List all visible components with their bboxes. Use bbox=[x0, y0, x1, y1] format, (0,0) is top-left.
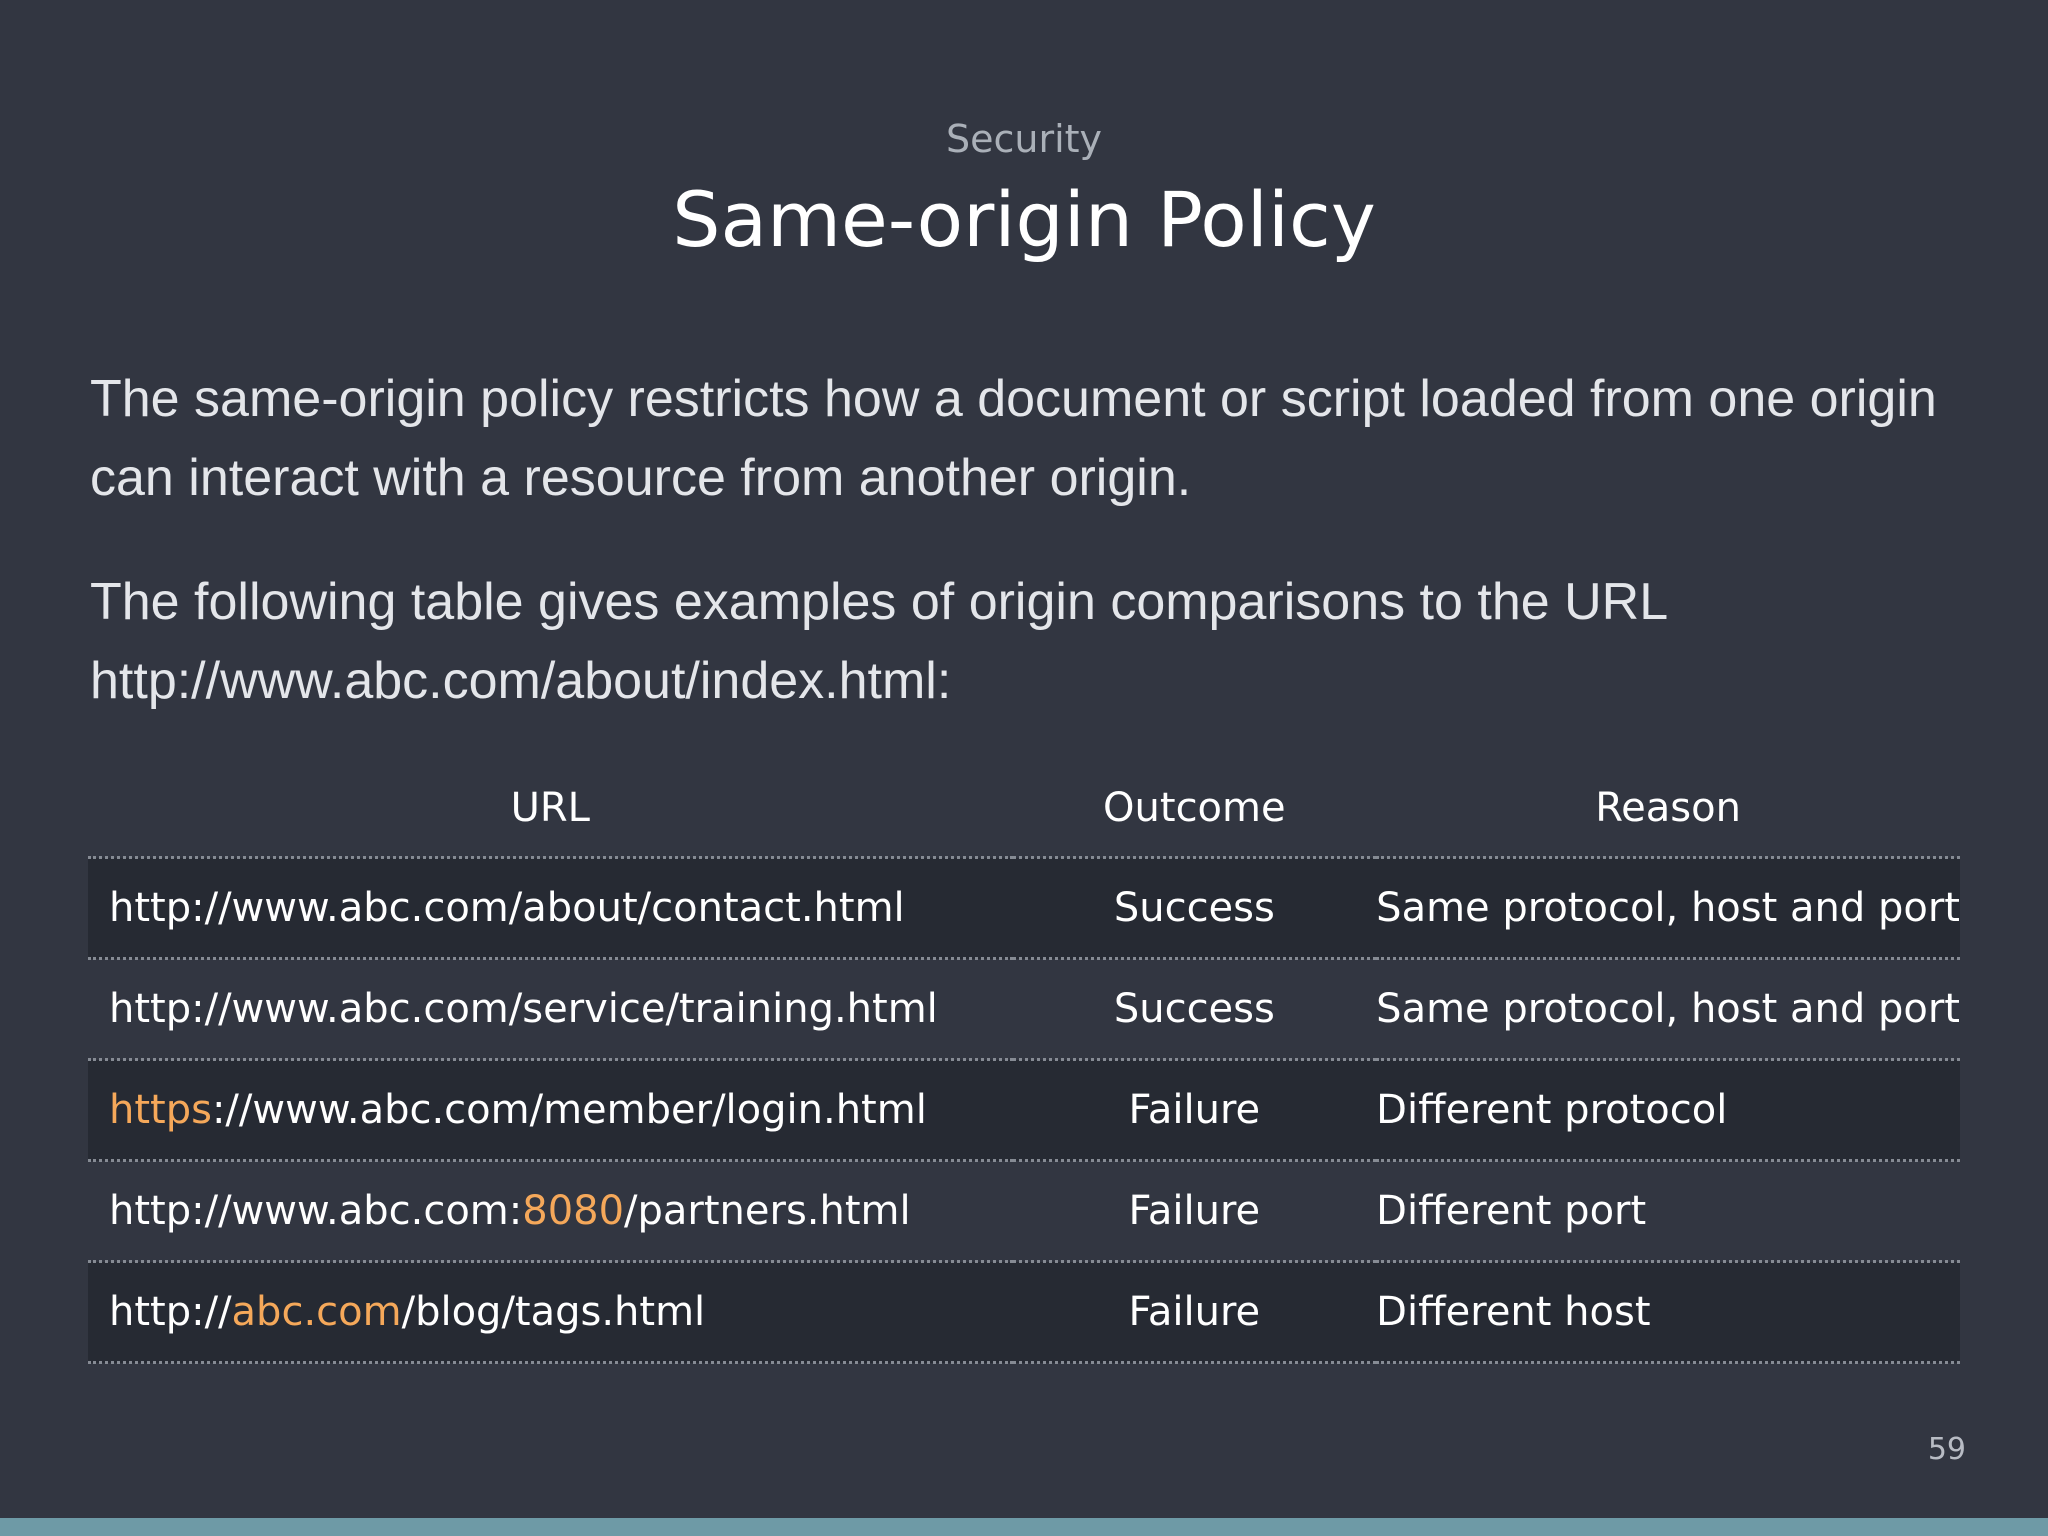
url-text: ://www.abc.com/member/login.html bbox=[211, 1087, 927, 1133]
outcome-cell: Failure bbox=[1012, 1261, 1377, 1364]
url-text: /blog/tags.html bbox=[401, 1289, 706, 1335]
url-cell: http://www.abc.com/service/training.html bbox=[88, 958, 1013, 1061]
reason-cell: Different port bbox=[1376, 1160, 1960, 1263]
url-cell: http://www.abc.com/about/contact.html bbox=[88, 857, 1013, 960]
table-row: http://www.abc.com/about/contact.html Suc… bbox=[88, 857, 1960, 960]
table-intro-paragraph: The following table gives examples of or… bbox=[90, 573, 1667, 710]
reason-cell: Same protocol, host and port bbox=[1376, 958, 1960, 1061]
url-text: http://www.abc.com/service/training.html bbox=[109, 986, 938, 1032]
column-header-outcome: Outcome bbox=[1012, 760, 1377, 859]
url-highlight: abc.com bbox=[231, 1289, 402, 1335]
url-text: http://www.abc.com/about/contact.html bbox=[109, 885, 905, 931]
reason-cell: Different host bbox=[1376, 1261, 1960, 1364]
section-label: Security bbox=[945, 117, 1103, 161]
url-text: http:// bbox=[109, 1289, 232, 1335]
footer-bar bbox=[0, 1518, 2048, 1536]
url-highlight: 8080 bbox=[522, 1188, 625, 1234]
table-header-row: URL Outcome Reason bbox=[88, 760, 1960, 859]
url-cell: https://www.abc.com/member/login.html bbox=[88, 1059, 1013, 1162]
origin-comparison-table: URL Outcome Reason http://www.abc.com/ab… bbox=[88, 760, 1960, 1364]
url-highlight: https bbox=[109, 1087, 212, 1133]
reason-cell: Same protocol, host and port bbox=[1376, 857, 1960, 960]
slide-title: Same-origin Policy bbox=[672, 175, 1376, 264]
table-body: http://www.abc.com/about/contact.html Suc… bbox=[88, 857, 1960, 1364]
url-cell: http://www.abc.com:8080/partners.html bbox=[88, 1160, 1013, 1263]
outcome-cell: Success bbox=[1012, 857, 1377, 960]
url-text: http://www.abc.com: bbox=[109, 1188, 523, 1234]
url-text: /partners.html bbox=[624, 1188, 911, 1234]
url-cell: http://abc.com/blog/tags.html bbox=[88, 1261, 1013, 1364]
reason-cell: Different protocol bbox=[1376, 1059, 1960, 1162]
intro-paragraph: The same-origin policy restricts how a d… bbox=[90, 370, 1937, 507]
outcome-cell: Failure bbox=[1012, 1059, 1377, 1162]
outcome-cell: Success bbox=[1012, 958, 1377, 1061]
page-number: 59 bbox=[1927, 1432, 1966, 1467]
outcome-cell: Failure bbox=[1012, 1160, 1377, 1263]
table-row: http://www.abc.com/service/training.html… bbox=[88, 958, 1960, 1061]
table-row: http://abc.com/blog/tags.html Failure Diff… bbox=[88, 1261, 1960, 1364]
column-header-url: URL bbox=[88, 760, 1013, 859]
column-header-reason: Reason bbox=[1376, 760, 1960, 859]
table-row: http://www.abc.com:8080/partners.html Fai… bbox=[88, 1160, 1960, 1263]
table-row: https://www.abc.com/member/login.html Fai… bbox=[88, 1059, 1960, 1162]
